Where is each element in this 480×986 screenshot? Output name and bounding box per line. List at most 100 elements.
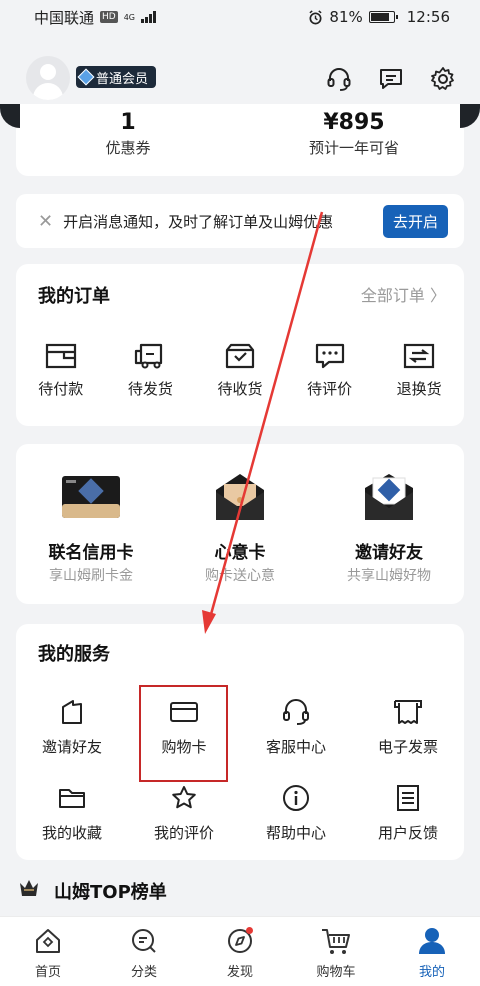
promo-credit-card[interactable]: 联名信用卡 享山姆刷卡金 xyxy=(16,468,166,585)
order-pending-shipment[interactable]: 待发货 xyxy=(106,340,196,399)
coupons-stat[interactable]: 1 优惠券 xyxy=(78,110,178,158)
services-card: 我的服务 邀请好友 购物卡 客服中心 电子发票 我的收藏 我的评价 帮助中心 用… xyxy=(16,624,464,860)
all-orders-label: 全部订单 xyxy=(360,286,425,305)
order-item-label: 退换货 xyxy=(396,380,442,398)
promo-card: 联名信用卡 享山姆刷卡金 心意卡 购卡送心意 邀请好友 共享山姆好物 xyxy=(16,444,464,604)
nav-category[interactable]: 分类 xyxy=(96,917,192,986)
cart-icon xyxy=(319,925,353,957)
stats-card: 1 优惠券 ¥895 预计一年可省 xyxy=(0,104,480,176)
service-label: 我的收藏 xyxy=(41,824,102,842)
info-icon xyxy=(278,782,314,814)
order-pending-receipt[interactable]: 待收货 xyxy=(195,340,285,399)
invite-envelope-image xyxy=(355,468,423,526)
all-orders-link[interactable]: 全部订单 〉 xyxy=(361,282,446,306)
customer-service-icon[interactable] xyxy=(324,64,354,94)
order-item-label: 待收货 xyxy=(217,380,263,398)
order-item-label: 待发货 xyxy=(127,380,173,398)
enable-notification-button[interactable]: 去开启 xyxy=(382,204,448,238)
network-label: 4G xyxy=(123,12,136,22)
promo-title: 联名信用卡 xyxy=(48,543,134,563)
nav-profile[interactable]: 我的 xyxy=(384,917,480,986)
invite-icon xyxy=(54,696,90,728)
order-pending-payment[interactable]: 待付款 xyxy=(16,340,106,399)
wallet-icon xyxy=(43,340,79,372)
top-list-section: 山姆TOP榜单 xyxy=(0,870,480,918)
service-label: 邀请好友 xyxy=(41,738,102,756)
delivery-truck-icon xyxy=(132,340,168,372)
nav-cart[interactable]: 购物车 xyxy=(288,917,384,986)
nav-home[interactable]: 首页 xyxy=(0,917,96,986)
service-help-center[interactable]: 帮助中心 xyxy=(240,782,352,843)
alarm-icon xyxy=(309,9,323,24)
close-icon[interactable]: ✕ xyxy=(38,211,53,232)
message-icon[interactable] xyxy=(376,64,406,94)
service-label: 客服中心 xyxy=(265,738,326,756)
promo-gift-card[interactable]: 心意卡 购卡送心意 xyxy=(165,468,315,585)
service-favorites[interactable]: 我的收藏 xyxy=(16,782,128,843)
profile-icon xyxy=(415,925,449,957)
service-invite-friend[interactable]: 邀请好友 xyxy=(16,696,128,757)
service-customer-center[interactable]: 客服中心 xyxy=(240,696,352,757)
notification-text: 开启消息通知，及时了解订单及山姆优惠 xyxy=(63,212,334,231)
order-pending-review[interactable]: 待评价 xyxy=(285,340,375,399)
bottom-navigation: 首页 分类 发现 购物车 我的 xyxy=(0,916,480,986)
category-search-icon xyxy=(127,925,161,957)
nav-label: 分类 xyxy=(130,965,157,980)
settings-gear-icon[interactable] xyxy=(428,64,458,94)
order-status-row: 待付款 待发货 待收货 待评价 退换货 xyxy=(16,340,464,399)
services-title: 我的服务 xyxy=(38,644,110,665)
gift-envelope-image xyxy=(206,468,274,526)
service-label: 电子发票 xyxy=(377,738,438,756)
member-badge[interactable]: 普通会员 xyxy=(76,66,157,88)
order-returns[interactable]: 退换货 xyxy=(374,340,464,399)
notification-banner: ✕ 开启消息通知，及时了解订单及山姆优惠 去开启 xyxy=(16,194,464,248)
promo-subtitle: 购卡送心意 xyxy=(205,568,275,584)
diamond-icon xyxy=(77,68,95,86)
savings-stat[interactable]: ¥895 预计一年可省 xyxy=(284,110,424,158)
promo-title: 心意卡 xyxy=(214,543,266,563)
battery-percent: 81% xyxy=(329,8,363,26)
savings-label: 预计一年可省 xyxy=(308,139,399,157)
service-my-reviews[interactable]: 我的评价 xyxy=(128,782,240,843)
clock: 12:56 xyxy=(406,8,450,26)
annotation-highlight-box xyxy=(139,685,228,782)
nav-label: 购物车 xyxy=(316,965,356,980)
signal-icon xyxy=(141,11,157,23)
service-feedback[interactable]: 用户反馈 xyxy=(352,782,464,843)
headset-icon xyxy=(278,696,314,728)
nav-label: 首页 xyxy=(34,965,61,980)
savings-value: ¥895 xyxy=(323,110,385,135)
battery-icon xyxy=(368,11,398,23)
invoice-icon xyxy=(390,696,426,728)
status-bar: 中国联通 HD 4G 81% 12:56 xyxy=(0,0,480,34)
top-list-title: 山姆TOP榜单 xyxy=(54,882,167,903)
feedback-icon xyxy=(390,782,426,814)
exchange-icon xyxy=(401,340,437,372)
promo-title: 邀请好友 xyxy=(355,543,423,563)
promo-subtitle: 享山姆刷卡金 xyxy=(49,568,133,584)
coupons-label: 优惠券 xyxy=(105,139,151,157)
nav-label: 发现 xyxy=(226,965,253,980)
star-icon xyxy=(166,782,202,814)
service-e-invoice[interactable]: 电子发票 xyxy=(352,696,464,757)
service-label: 用户反馈 xyxy=(377,824,438,842)
credit-card-image xyxy=(57,468,125,526)
chevron-right-icon: 〉 xyxy=(429,286,446,305)
service-label: 帮助中心 xyxy=(265,824,326,842)
home-icon xyxy=(31,925,65,957)
hd-badge: HD xyxy=(100,11,118,23)
folder-icon xyxy=(54,782,90,814)
order-item-label: 待付款 xyxy=(38,380,84,398)
coupons-value: 1 xyxy=(120,110,136,135)
promo-subtitle: 共享山姆好物 xyxy=(347,568,431,584)
orders-card: 我的订单 全部订单 〉 待付款 待发货 待收货 待评价 退换货 xyxy=(16,264,464,426)
service-label: 我的评价 xyxy=(153,824,214,842)
promo-invite-friend[interactable]: 邀请好友 共享山姆好物 xyxy=(314,468,464,585)
nav-discover[interactable]: 发现 xyxy=(192,917,288,986)
order-item-label: 待评价 xyxy=(307,380,353,398)
orders-title: 我的订单 xyxy=(38,286,110,307)
comment-icon xyxy=(312,340,348,372)
crown-icon xyxy=(20,880,38,896)
avatar[interactable] xyxy=(26,56,70,100)
compass-icon xyxy=(223,925,257,957)
